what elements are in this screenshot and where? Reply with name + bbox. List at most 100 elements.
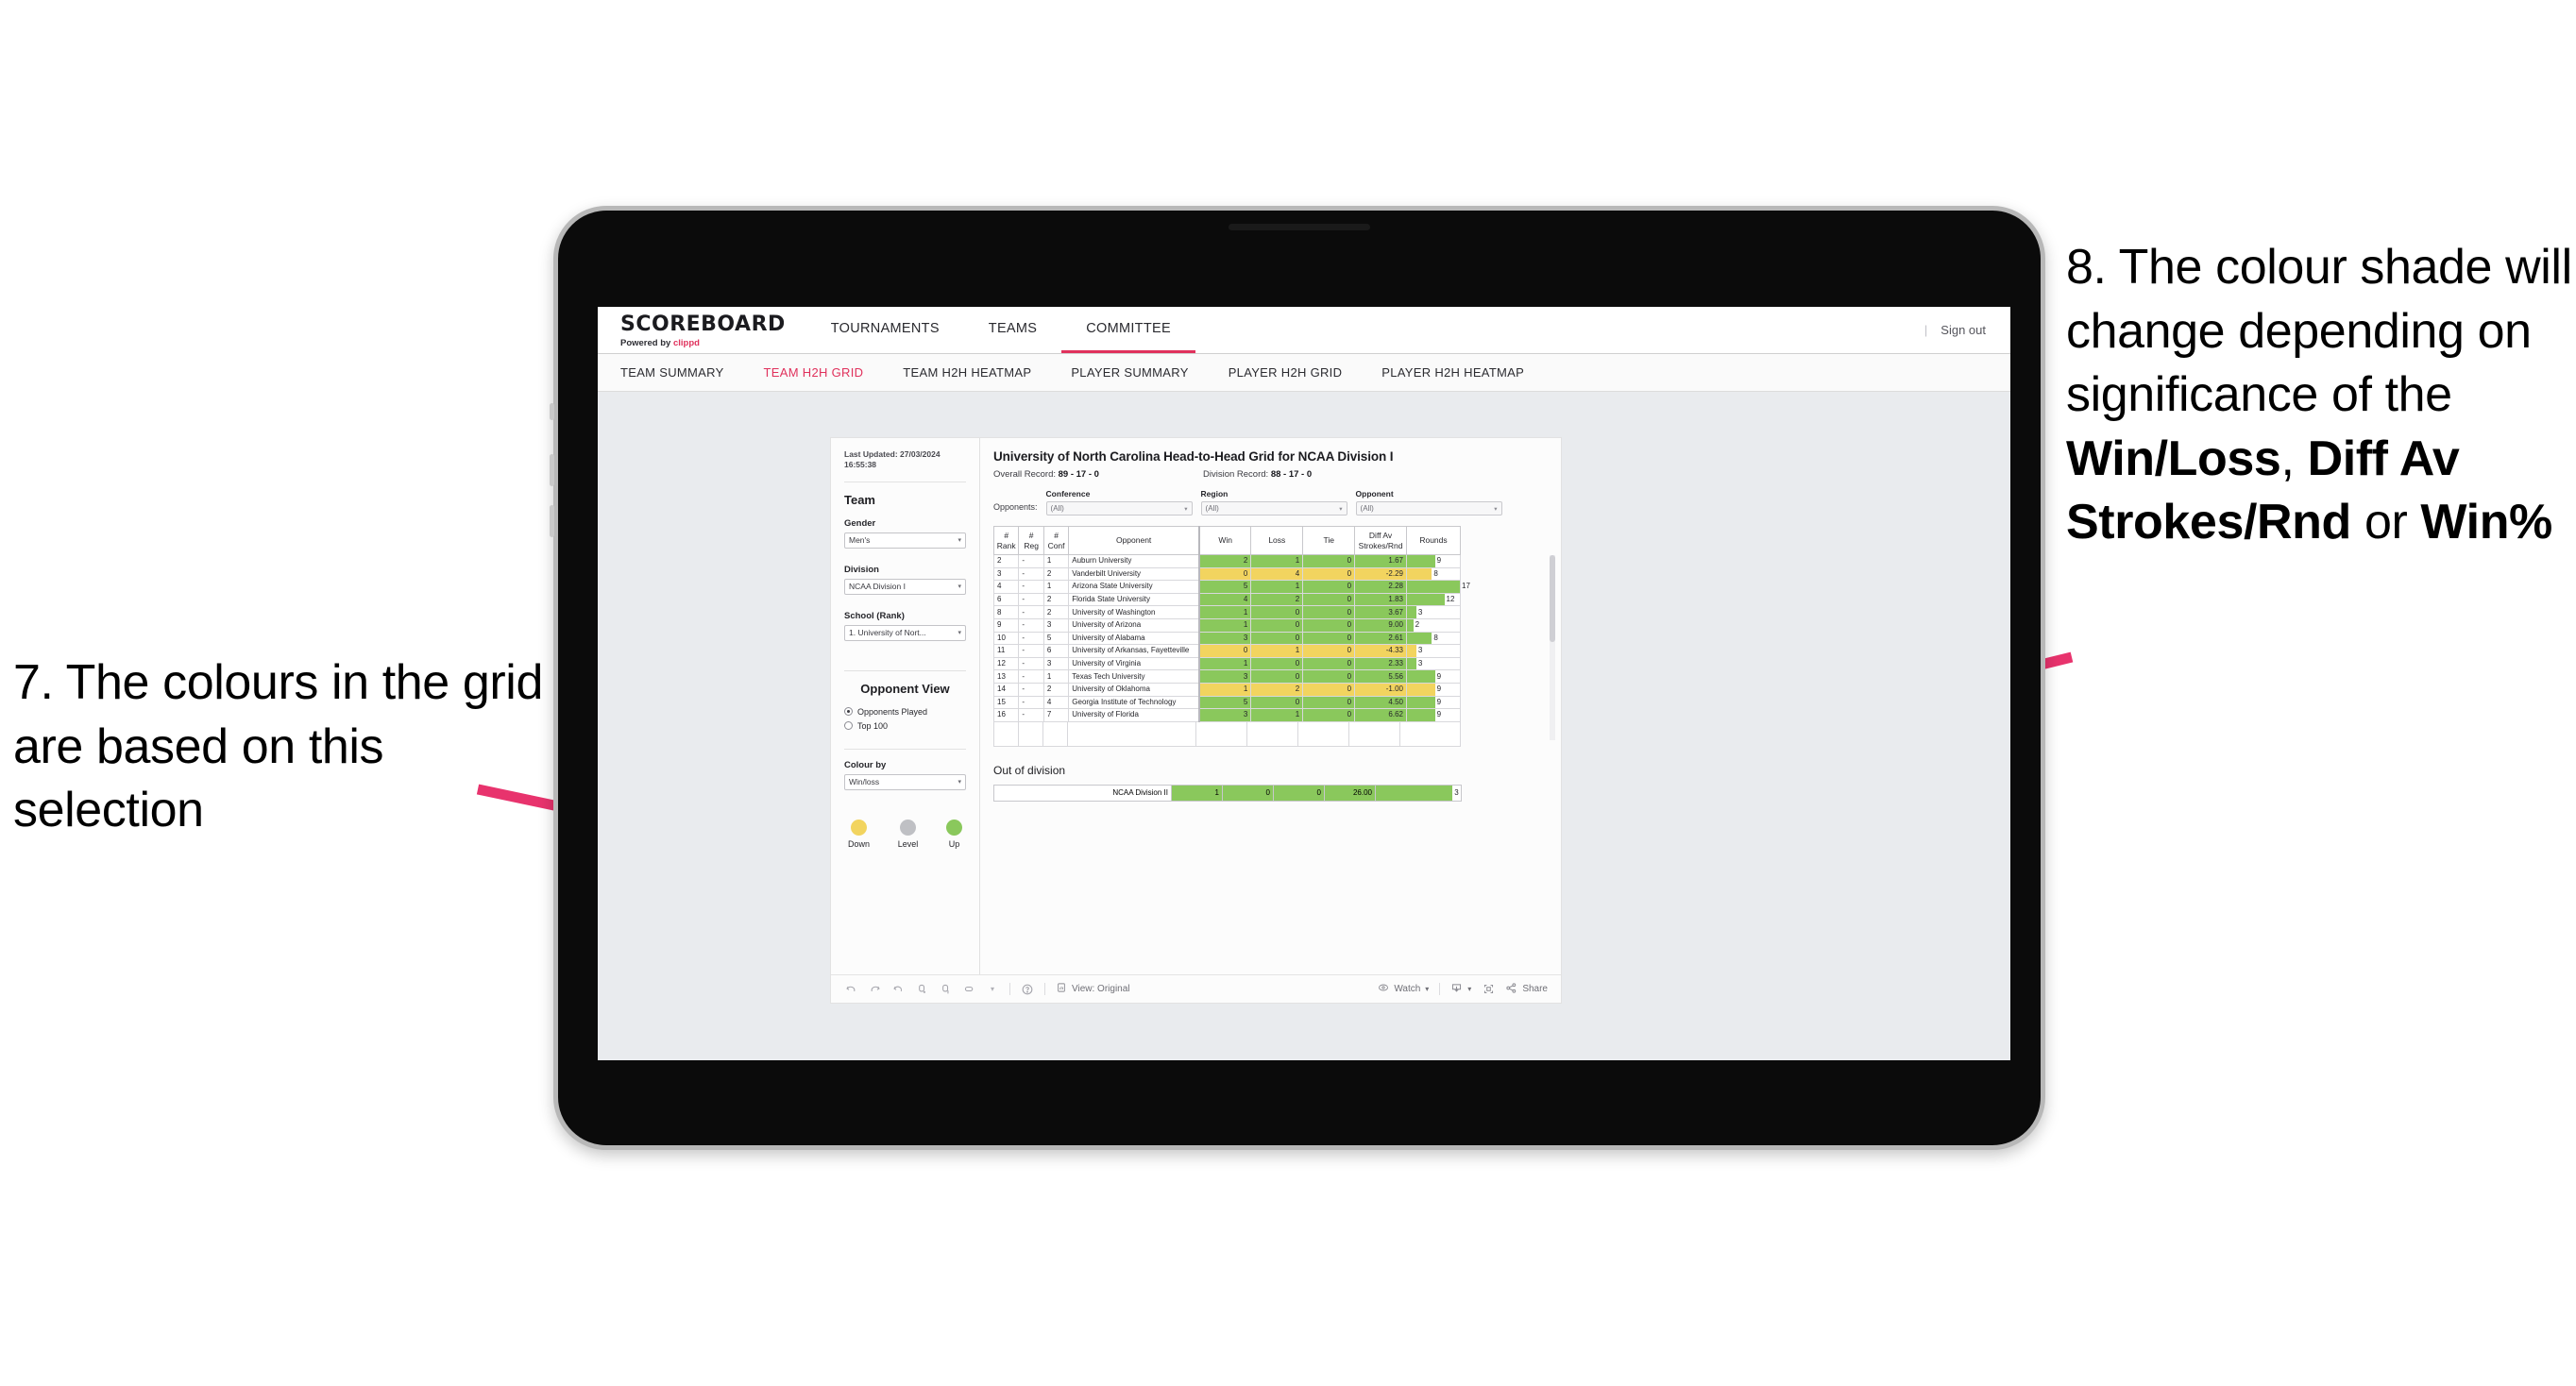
cell-opponent: Auburn University [1068, 554, 1200, 568]
table-row[interactable]: 4-1 Arizona State University 5 1 0 2.28 17 [992, 580, 1470, 594]
table-footer-blank [993, 721, 1461, 747]
cell-rounds: 3 [1406, 656, 1461, 671]
chevron-down-icon: ▾ [1494, 505, 1498, 513]
undo-icon[interactable] [844, 983, 857, 996]
out-of-division-row[interactable]: NCAA Division II 1 0 0 26.00 3 [993, 784, 1462, 802]
chevron-down-icon: ▾ [958, 630, 961, 637]
school-select[interactable]: 1. University of Nort... ▾ [844, 624, 966, 641]
th-conf[interactable]: # Conf [1042, 526, 1070, 555]
th-opponent[interactable]: Opponent [1068, 526, 1200, 555]
revert-icon[interactable] [891, 983, 905, 996]
fullscreen-icon[interactable] [1482, 983, 1495, 996]
nav-tab-committee[interactable]: COMMITTEE [1061, 307, 1195, 353]
download-button[interactable]: ▾ [1450, 982, 1471, 997]
table-row[interactable]: 16-7 University of Florida 3 1 0 6.62 9 [992, 708, 1461, 722]
cell-opponent: Texas Tech University [1068, 669, 1200, 684]
share-button[interactable]: Share [1505, 982, 1548, 997]
cell-reg: - [1018, 580, 1044, 594]
cell-rank: 6 [992, 592, 1020, 607]
caret-down-icon[interactable]: ▾ [986, 983, 999, 996]
cell-rank: 15 [992, 695, 1020, 710]
table-row[interactable]: 14-2 University of Oklahoma 1 2 0 -1.00 9 [992, 682, 1461, 697]
table-row[interactable]: 11-6 University of Arkansas, Fayetteville… [992, 644, 1461, 658]
th-loss[interactable]: Loss [1250, 526, 1304, 555]
th-tie[interactable]: Tie [1302, 526, 1356, 555]
cell-opponent: University of Virginia [1068, 656, 1200, 671]
ood-cell-tie: 0 [1273, 784, 1325, 802]
table-row[interactable]: 13-1 Texas Tech University 3 0 0 5.56 9 [992, 669, 1461, 684]
gender-select[interactable]: Men's ▾ [844, 532, 966, 549]
report-title: University of North Carolina Head-to-Hea… [993, 449, 1394, 464]
subtab-team-h2h-grid[interactable]: TEAM H2H GRID [764, 365, 864, 380]
filter-region-caption: Region [1200, 489, 1229, 499]
cell-opponent: University of Arkansas, Fayetteville [1068, 644, 1200, 658]
nav-tab-teams[interactable]: TEAMS [964, 307, 1061, 353]
cell-loss: 0 [1250, 656, 1304, 671]
top-nav-right: | Sign out [1924, 307, 2010, 353]
legend-item-up: Up [946, 819, 962, 849]
cell-win: 3 [1198, 669, 1252, 684]
cell-rank: 14 [992, 682, 1020, 697]
filter-opponent-select[interactable]: (All) ▾ [1355, 501, 1502, 516]
watch-button[interactable]: Watch ▾ [1378, 982, 1429, 996]
filter-region-select[interactable]: (All) ▾ [1200, 501, 1347, 516]
th-diff-av-strokes[interactable]: Diff Av Strokes/Rnd [1354, 526, 1407, 555]
nav-tab-tournaments[interactable]: TOURNAMENTS [806, 307, 964, 353]
sign-out-link[interactable]: Sign out [1940, 323, 1986, 337]
table-row[interactable]: 8-2 University of Washington 1 0 0 3.67 3 [992, 605, 1461, 619]
school-value: 1. University of Nort... [849, 628, 926, 638]
cell-opponent: University of Arizona [1068, 617, 1200, 633]
cell-loss: 1 [1250, 708, 1304, 722]
annotation-8-prefix: 8. The colour shade will change dependin… [2066, 240, 2572, 423]
tablet-device-frame: SCOREBOARD Powered by clippd TOURNAMENTS… [550, 206, 2045, 1150]
table-scrollbar-thumb[interactable] [1550, 555, 1555, 642]
th-diff-l2: Strokes/Rnd [1358, 540, 1403, 550]
gender-label: Gender [844, 517, 876, 529]
cell-diff-av-strokes: -1.00 [1354, 682, 1407, 697]
table-row[interactable]: 15-4 Georgia Institute of Technology 5 0 0 4.… [992, 695, 1461, 710]
brand-logo[interactable]: SCOREBOARD Powered by clippd [598, 307, 806, 353]
table-row[interactable]: 2-1 Auburn University 2 1 0 1.67 9 [992, 554, 1461, 568]
records-row: Overall Record: 89 - 17 - 0 Division Rec… [993, 469, 1548, 480]
subtab-player-h2h-grid[interactable]: PLAYER H2H GRID [1229, 365, 1343, 380]
subtab-player-h2h-heatmap[interactable]: PLAYER H2H HEATMAP [1381, 365, 1524, 380]
opponent-view-heading: Opponent View [860, 681, 950, 696]
help-icon[interactable] [1021, 983, 1034, 996]
refresh-icon[interactable] [915, 983, 928, 996]
division-select[interactable]: NCAA Division I ▾ [844, 578, 966, 595]
table-row[interactable]: 10-5 University of Alabama 3 0 0 2.61 8 [992, 631, 1461, 646]
radio-top-100-label: Top 100 [857, 720, 889, 731]
filter-conference-select[interactable]: (All) ▾ [1045, 501, 1193, 516]
subtab-team-h2h-heatmap[interactable]: TEAM H2H HEATMAP [903, 365, 1031, 380]
table-row[interactable]: 12-3 University of Virginia 1 0 0 2.33 3 [992, 656, 1461, 671]
subtab-player-summary[interactable]: PLAYER SUMMARY [1071, 365, 1188, 380]
table-row[interactable]: 9-3 University of Arizona 1 0 0 9.00 2 [992, 617, 1461, 633]
pause-icon[interactable] [939, 983, 952, 996]
cell-diff-av-strokes: 2.33 [1354, 656, 1407, 671]
brand-powered-by: Powered by [620, 337, 673, 348]
table-row[interactable]: 3-2 Vanderbilt University 0 4 0 -2.29 8 [992, 566, 1461, 582]
view-original-label: View: Original [1072, 984, 1130, 994]
cell-tie: 0 [1302, 554, 1356, 568]
cell-rounds: 3 [1406, 605, 1461, 619]
legend-dot-up [946, 819, 962, 836]
colour-by-select[interactable]: Win/loss ▾ [844, 773, 966, 790]
th-win[interactable]: Win [1198, 526, 1252, 555]
cell-reg: - [1018, 631, 1044, 646]
last-updated-text: Last Updated: 27/03/2024 16:55:38 [844, 449, 941, 470]
th-reg[interactable]: # Reg [1018, 526, 1044, 555]
browser-screen: SCOREBOARD Powered by clippd TOURNAMENTS… [598, 307, 2010, 1060]
radio-top-100[interactable]: Top 100 [844, 721, 966, 731]
brand-clippd: clippd [672, 337, 700, 348]
table-row[interactable]: 6-2 Florida State University 4 2 0 1.83 12 [992, 592, 1461, 607]
th-rounds[interactable]: Rounds [1406, 526, 1461, 555]
cell-diff-av-strokes: 1.83 [1354, 592, 1407, 607]
cell-conf: 7 [1042, 708, 1070, 722]
redo-icon[interactable] [868, 983, 881, 996]
highlight-icon[interactable] [962, 983, 975, 996]
subtab-team-summary[interactable]: TEAM SUMMARY [620, 365, 724, 380]
h2h-grid-table: # Rank # Reg # Conf Opponent Win Loss Tie D… [992, 526, 1470, 722]
view-original-button[interactable]: View: Original [1056, 982, 1130, 996]
th-rank[interactable]: # Rank [992, 526, 1020, 555]
radio-opponents-played[interactable]: Opponents Played [844, 707, 966, 717]
